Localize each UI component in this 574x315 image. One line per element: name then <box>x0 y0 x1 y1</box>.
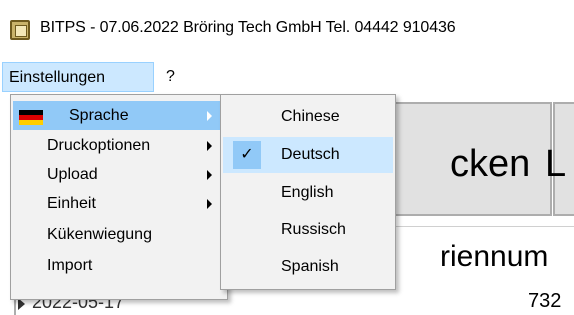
language-option-label: Russisch <box>281 221 346 238</box>
menu-item-sprache[interactable]: Sprache <box>13 101 225 130</box>
menu-item-einheit[interactable]: Einheit <box>13 189 225 218</box>
language-option-label: Chinese <box>281 108 340 125</box>
submenu-arrow-icon <box>207 199 212 209</box>
germany-flag-icon <box>19 110 43 125</box>
menu-bar: Einstellungen ? <box>0 62 574 94</box>
menu-item-label: Einheit <box>47 195 96 212</box>
menu-help[interactable]: ? <box>160 62 182 92</box>
language-option-chinese[interactable]: Chinese <box>223 99 393 135</box>
background-button-label: cken <box>450 143 531 185</box>
language-option-label: Spanish <box>281 258 339 275</box>
menu-item-label: Druckoptionen <box>47 137 151 154</box>
menu-item-label: Kükenwiegung <box>47 226 152 243</box>
menu-item-druckoptionen[interactable]: Druckoptionen <box>13 131 225 160</box>
menu-item-label: Import <box>47 257 93 274</box>
grid-column-header: riennum <box>440 240 549 273</box>
language-option-deutsch[interactable]: ✓ Deutsch <box>223 137 393 173</box>
einstellungen-dropdown: Sprache Druckoptionen Upload Einheit Kük… <box>10 94 228 300</box>
language-option-label: Deutsch <box>281 146 340 163</box>
submenu-arrow-icon <box>207 170 212 180</box>
language-option-russisch[interactable]: Russisch <box>223 212 393 248</box>
menu-item-label: Sprache <box>69 107 129 124</box>
submenu-arrow-icon <box>207 141 212 151</box>
submenu-arrow-icon <box>207 111 212 121</box>
title-bar: BITPS - 07.06.2022 Bröring Tech GmbH Tel… <box>0 0 574 58</box>
language-option-spanish[interactable]: Spanish <box>223 249 393 285</box>
window-title: BITPS - 07.06.2022 Bröring Tech GmbH Tel… <box>40 19 456 36</box>
background-button-label-2: L <box>545 143 567 185</box>
language-option-english[interactable]: English <box>223 175 393 211</box>
grid-cell-number: 732 <box>528 290 562 312</box>
language-option-label: English <box>281 184 334 201</box>
menu-item-label: Upload <box>47 166 98 183</box>
app-icon <box>10 20 30 40</box>
language-submenu: Chinese ✓ Deutsch English Russisch Spani… <box>220 94 396 290</box>
menu-einstellungen[interactable]: Einstellungen <box>2 62 154 92</box>
menu-item-kuekenwiegung[interactable]: Kükenwiegung <box>13 220 225 249</box>
checkmark-icon: ✓ <box>233 141 261 169</box>
menu-item-import[interactable]: Import <box>13 251 225 280</box>
menu-item-upload[interactable]: Upload <box>13 160 225 189</box>
